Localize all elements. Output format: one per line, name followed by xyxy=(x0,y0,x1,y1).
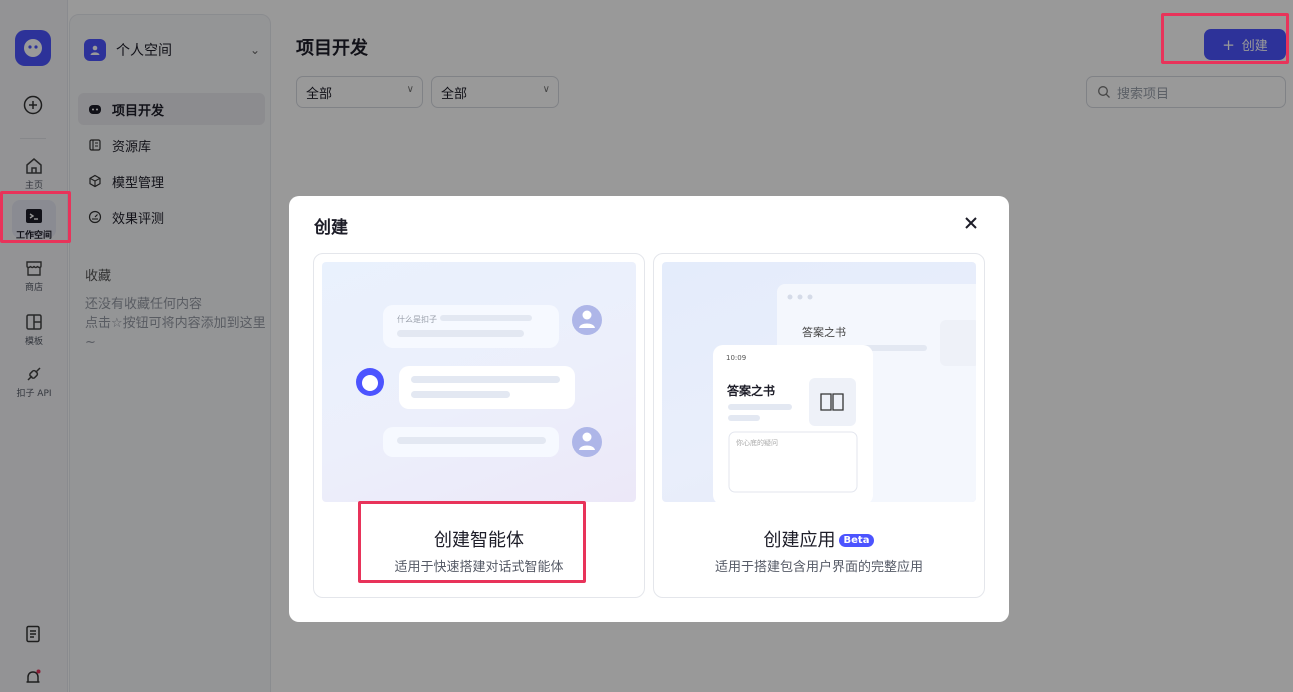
highlight-agent-card xyxy=(358,501,586,583)
app-illustration: 答案之书 10:09 答案之书 你心底的疑问 xyxy=(662,262,976,502)
highlight-create-button xyxy=(1161,13,1289,64)
app-card-desc: 适用于搭建包含用户界面的完整应用 xyxy=(714,560,923,575)
highlight-workspace xyxy=(0,191,71,243)
art-input: 你心底的疑问 xyxy=(736,438,778,447)
close-icon[interactable] xyxy=(963,215,979,231)
beta-badge: Beta xyxy=(838,534,875,547)
app-root: 主页 工作空间 商店 模板 扣子 API 个人空间 ⌄ 项目开发 资源库 模型管… xyxy=(0,0,1293,692)
modal-title: 创建 xyxy=(314,218,348,238)
art-question: 什么是扣子 xyxy=(397,314,437,324)
agent-illustration: 什么是扣子 xyxy=(322,262,636,502)
app-card-title: 创建应用 xyxy=(763,530,836,551)
art-book-bg: 答案之书 xyxy=(802,325,846,339)
app-card-title-row: 创建应用 Beta xyxy=(654,526,984,552)
art-time: 10:09 xyxy=(726,354,746,362)
art-book-title: 答案之书 xyxy=(727,383,775,398)
create-app-card[interactable]: 答案之书 10:09 答案之书 你心底的疑问 创建应用 Beta 适用于搭建包含… xyxy=(653,253,985,598)
